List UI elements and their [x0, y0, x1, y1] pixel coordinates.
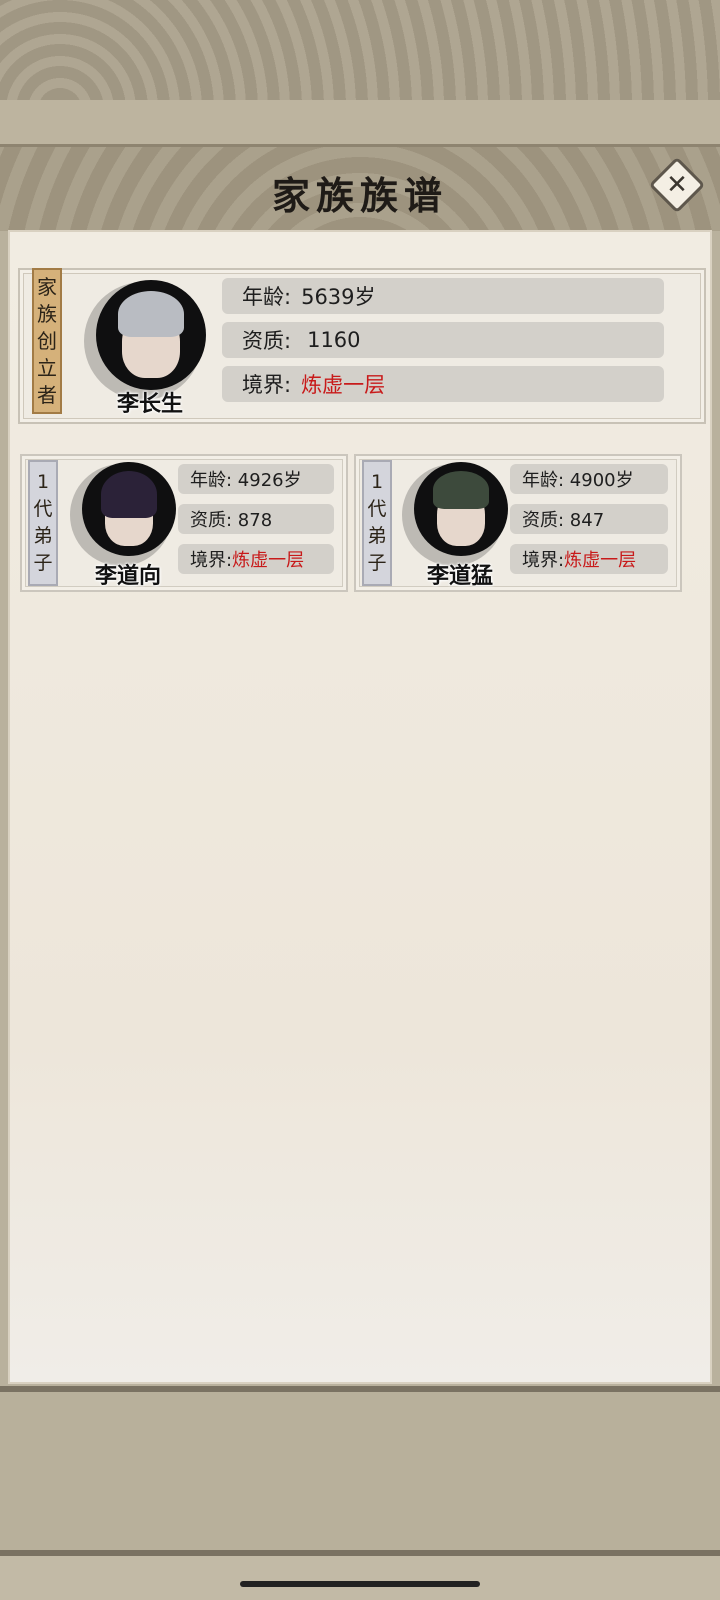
realm-value: 炼虚一层	[232, 550, 305, 571]
disciple-tag-char: 代	[33, 498, 53, 520]
disciple-tag-char: 代	[367, 498, 387, 520]
founder-card[interactable]: 家 族 创 立 者 李长生 年龄: 5639岁 资质: 1160 境界: 炼虚一…	[18, 268, 706, 424]
founder-tag-char: 立	[37, 355, 57, 380]
page-title: 家族族谱	[271, 173, 448, 218]
disciple-card[interactable]: 1 代 弟 子 李道向 年龄: 4926岁 资质: 878 境界: 炼虚一层	[20, 454, 348, 592]
founder-aptitude-row: 资质: 1160	[222, 322, 664, 358]
disciple-age-row: 年龄: 4900岁	[510, 464, 668, 494]
age-label: 年龄:	[242, 285, 292, 309]
aptitude-value: 1160	[307, 328, 361, 352]
disciple-avatar[interactable]	[414, 462, 508, 556]
disciple-realm-row: 境界: 炼虚一层	[510, 544, 668, 574]
realm-value: 炼虚一层	[301, 373, 386, 397]
system-nav-bar	[0, 1556, 720, 1600]
disciple-age-row: 年龄: 4926岁	[178, 464, 334, 494]
disciple-tag-char: 1	[36, 471, 50, 493]
founder-tag-char: 创	[37, 328, 57, 353]
aptitude-text: 资质: 847	[522, 510, 605, 531]
top-strip	[0, 100, 720, 144]
founder-tag: 家 族 创 立 者	[32, 268, 62, 414]
realm-label: 境界:	[190, 550, 233, 571]
disciple-realm-row: 境界: 炼虚一层	[178, 544, 334, 574]
founder-name: 李长生	[116, 392, 183, 417]
realm-value: 炼虚一层	[564, 550, 637, 571]
disciple-tag-char: 弟	[367, 525, 387, 547]
age-value: 5639岁	[301, 285, 376, 309]
home-indicator[interactable]	[240, 1581, 480, 1587]
founder-tag-char: 者	[37, 382, 57, 407]
disciple-tag: 1 代 弟 子	[362, 460, 392, 586]
avatar-hair	[100, 471, 158, 519]
close-icon: ✕	[666, 170, 688, 200]
header-bar: 家族族谱	[0, 144, 720, 231]
founder-tag-char: 族	[37, 301, 57, 326]
disciple-tag-char: 子	[367, 552, 387, 574]
realm-label: 境界:	[242, 373, 292, 397]
aptitude-label: 资质:	[242, 329, 292, 353]
disciple-name: 李道向	[94, 564, 161, 589]
close-button[interactable]: ✕	[648, 156, 706, 214]
founder-avatar[interactable]	[96, 280, 206, 390]
top-decoration	[0, 0, 720, 104]
avatar-hair	[432, 471, 490, 509]
bottom-decoration	[0, 1392, 720, 1550]
aptitude-text: 资质: 878	[190, 510, 273, 531]
disciple-avatar[interactable]	[82, 462, 176, 556]
disciple-name: 李道猛	[426, 564, 493, 589]
founder-age-row: 年龄: 5639岁	[222, 278, 664, 314]
avatar-hair	[118, 291, 184, 338]
disciple-tag-char: 1	[370, 471, 384, 493]
disciple-card[interactable]: 1 代 弟 子 李道猛 年龄: 4900岁 资质: 847 境界: 炼虚一层	[354, 454, 682, 592]
disciple-tag-char: 弟	[33, 525, 53, 547]
age-text: 年龄: 4926岁	[190, 470, 302, 491]
disciple-aptitude-row: 资质: 878	[178, 504, 334, 534]
age-text: 年龄: 4900岁	[522, 470, 634, 491]
disciple-tag: 1 代 弟 子	[28, 460, 58, 586]
disciple-tag-char: 子	[33, 552, 53, 574]
founder-realm-row: 境界: 炼虚一层	[222, 366, 664, 402]
founder-tag-char: 家	[37, 274, 57, 299]
disciple-aptitude-row: 资质: 847	[510, 504, 668, 534]
realm-label: 境界:	[522, 550, 565, 571]
